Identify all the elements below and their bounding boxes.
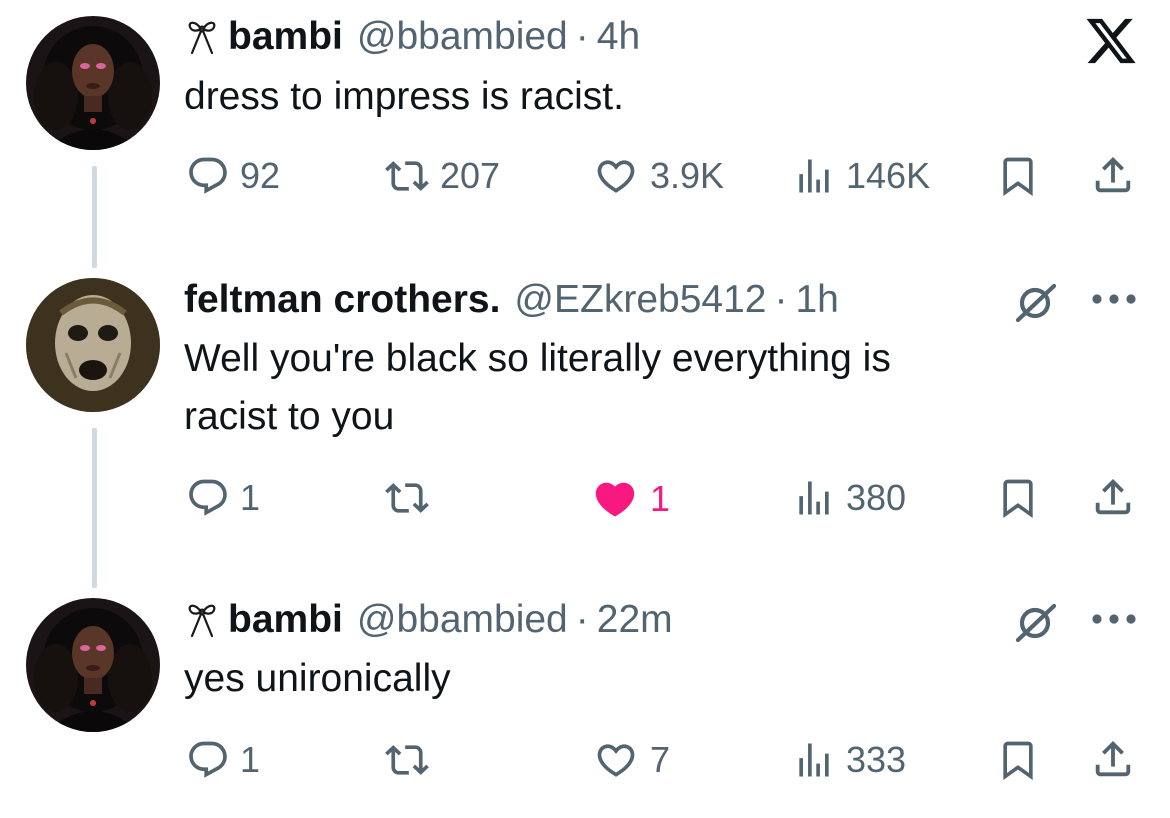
views-chart-icon bbox=[792, 738, 836, 782]
reply-button[interactable]: 92 bbox=[186, 154, 280, 198]
reply-button[interactable]: 1 bbox=[186, 476, 260, 520]
post-time[interactable]: 22m bbox=[597, 597, 673, 643]
bow-emoji-icon bbox=[184, 17, 220, 57]
author-name[interactable]: bambi bbox=[228, 14, 343, 60]
post-text-line: Well you're black so literally everythin… bbox=[184, 337, 891, 380]
avatar[interactable] bbox=[26, 598, 160, 732]
share-button[interactable] bbox=[1090, 736, 1136, 782]
author-handle[interactable]: @bbambied bbox=[357, 597, 568, 643]
reply-count: 1 bbox=[240, 739, 261, 780]
thread-line bbox=[92, 166, 97, 268]
post-header: feltman crothers. @EZkreb5412 · 1h bbox=[184, 277, 839, 323]
reply-icon bbox=[186, 738, 230, 782]
share-button[interactable] bbox=[1090, 474, 1136, 520]
avatar[interactable] bbox=[26, 16, 160, 150]
like-count: 7 bbox=[650, 739, 671, 780]
separator: · bbox=[575, 598, 589, 641]
post-text: dress to impress is racist. bbox=[184, 68, 624, 126]
post-time[interactable]: 1h bbox=[795, 277, 838, 323]
heart-filled-icon bbox=[590, 476, 640, 522]
author-name[interactable]: bambi bbox=[228, 597, 343, 643]
reply-icon bbox=[186, 476, 230, 520]
avatar[interactable] bbox=[26, 278, 160, 412]
author-handle[interactable]: @EZkreb5412 bbox=[514, 277, 766, 323]
post-header: bambi @bbambied · 4h bbox=[184, 14, 640, 60]
views-button[interactable]: 380 bbox=[792, 476, 906, 520]
repost-icon bbox=[384, 476, 430, 520]
separator: · bbox=[575, 15, 589, 58]
share-icon bbox=[1090, 152, 1136, 198]
repost-button[interactable] bbox=[384, 476, 440, 520]
like-count: 1 bbox=[650, 478, 671, 519]
post-text-line: dress to impress is racist. bbox=[184, 75, 624, 118]
bookmark-button[interactable] bbox=[996, 476, 1040, 520]
like-count: 3.9K bbox=[650, 155, 725, 196]
post-text: yes unironically bbox=[184, 650, 451, 708]
grok-icon[interactable] bbox=[1012, 278, 1060, 326]
post-header: bambi @bbambied · 22m bbox=[184, 597, 673, 643]
more-options-icon[interactable] bbox=[1090, 292, 1138, 306]
bookmark-icon bbox=[996, 476, 1040, 520]
views-chart-icon bbox=[792, 154, 836, 198]
author-name[interactable]: feltman crothers. bbox=[184, 277, 500, 323]
bookmark-button[interactable] bbox=[996, 154, 1040, 198]
share-icon bbox=[1090, 736, 1136, 782]
repost-icon bbox=[384, 154, 430, 198]
repost-button[interactable]: 207 bbox=[384, 154, 500, 198]
bookmark-icon bbox=[996, 738, 1040, 782]
share-icon bbox=[1090, 474, 1136, 520]
separator: · bbox=[774, 278, 788, 321]
more-options-icon[interactable] bbox=[1090, 612, 1138, 626]
repost-icon bbox=[384, 738, 430, 782]
heart-icon bbox=[592, 154, 640, 198]
reply-count: 1 bbox=[240, 477, 261, 518]
views-button[interactable]: 146K bbox=[792, 154, 930, 198]
views-count: 146K bbox=[846, 155, 931, 196]
post-time[interactable]: 4h bbox=[597, 14, 640, 60]
like-button[interactable]: 7 bbox=[592, 738, 670, 782]
post-text-line: racist to you bbox=[184, 395, 395, 438]
views-chart-icon bbox=[792, 476, 836, 520]
author-handle[interactable]: @bbambied bbox=[357, 14, 568, 60]
views-count: 333 bbox=[846, 739, 907, 780]
views-button[interactable]: 333 bbox=[792, 738, 906, 782]
heart-icon bbox=[592, 738, 640, 782]
thread-line bbox=[92, 428, 97, 588]
like-button[interactable]: 3.9K bbox=[592, 154, 724, 198]
like-button[interactable]: 1 bbox=[590, 476, 670, 522]
post-text: Well you're black so literally everythin… bbox=[184, 330, 891, 446]
reply-count: 92 bbox=[240, 155, 281, 196]
reply-button[interactable]: 1 bbox=[186, 738, 260, 782]
grok-icon[interactable] bbox=[1012, 598, 1060, 646]
views-count: 380 bbox=[846, 477, 907, 518]
share-button[interactable] bbox=[1090, 152, 1136, 198]
post-text-line: yes unironically bbox=[184, 657, 451, 700]
reply-icon bbox=[186, 154, 230, 198]
repost-count: 207 bbox=[440, 155, 501, 196]
repost-button[interactable] bbox=[384, 738, 440, 782]
bookmark-button[interactable] bbox=[996, 738, 1040, 782]
x-logo-icon[interactable] bbox=[1083, 16, 1139, 66]
bow-emoji-icon bbox=[184, 600, 220, 640]
bookmark-icon bbox=[996, 154, 1040, 198]
